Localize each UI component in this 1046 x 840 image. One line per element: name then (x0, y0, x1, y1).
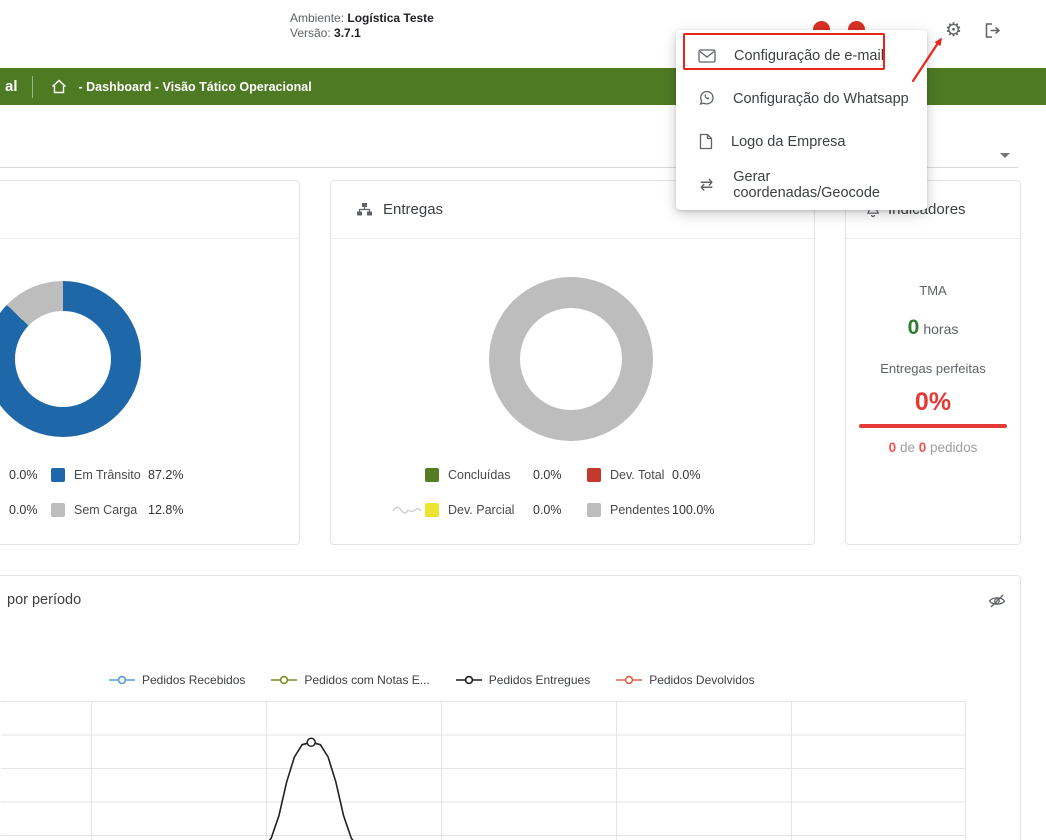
entregas-donut-chart (489, 277, 653, 441)
settings-gear-icon[interactable]: ⚙ (945, 19, 962, 42)
menu-item-label: Gerar coordenadas/Geocode (733, 169, 913, 201)
entregas-card: Entregas Concluídas 0.0% Dev. Total 0.0%… (330, 180, 815, 545)
legend-label: Pedidos Recebidos (142, 673, 245, 687)
legend-label: Em Trânsito (74, 468, 148, 482)
sitemap-icon (356, 202, 373, 217)
environment-info: Ambiente: Logística Teste Versão: 3.7.1 (290, 11, 434, 41)
legend-value: 0.0% (533, 503, 587, 517)
legend-value: 0.0% (9, 503, 51, 517)
versao-label: Versão: (290, 26, 331, 40)
donut-hole (520, 308, 622, 410)
legend-label: Dev. Total (610, 468, 672, 482)
menu-item-whatsapp-config[interactable]: Configuração do Whatsapp (676, 77, 927, 120)
tma-value: 0horas (846, 316, 1020, 340)
legend-swatch (51, 468, 65, 482)
chevron-down-icon (1000, 153, 1010, 158)
eye-off-icon[interactable] (988, 593, 1006, 609)
file-icon (698, 133, 713, 150)
swap-arrows-icon: ⇄ (698, 175, 715, 195)
legend-label: Pedidos com Notas E... (304, 673, 429, 687)
legend-value: 0.0% (9, 468, 51, 482)
logout-icon[interactable] (984, 22, 1002, 39)
line-marker-icon (456, 675, 482, 685)
orders-total: 0 (919, 440, 927, 455)
legend-item-pedidos-com-notas[interactable]: Pedidos com Notas E... (271, 673, 429, 687)
legend-value: 0.0% (533, 468, 587, 482)
menu-item-label: Logo da Empresa (731, 134, 845, 150)
legend-label: Pendentes (610, 503, 672, 517)
legend-value: 87.2% (148, 468, 183, 482)
email-icon (698, 49, 716, 63)
periodo-card: por período Pedidos Recebidos Pedidos co… (0, 575, 1021, 840)
ambiente-value: Logística Teste (347, 11, 433, 25)
legend-value: 12.8% (148, 503, 183, 517)
logo-text-fragment: al (5, 78, 18, 95)
frota-card: 0.0% Em Trânsito 87.2% 0.0% Sem Carga 12… (0, 180, 300, 545)
home-icon[interactable] (51, 79, 67, 94)
legend-item-pedidos-devolvidos[interactable]: Pedidos Devolvidos (616, 673, 754, 687)
card-title: Entregas (383, 201, 443, 218)
tma-label: TMA (846, 283, 1020, 298)
menu-item-email-config[interactable]: Configuração de e-mail (676, 34, 927, 77)
menu-item-label: Configuração do Whatsapp (733, 91, 909, 107)
versao-value: 3.7.1 (334, 26, 361, 40)
line-chart-legend: Pedidos Recebidos Pedidos com Notas E...… (109, 673, 755, 687)
menu-item-label: Configuração de e-mail (734, 48, 884, 64)
orders-summary: 0 de 0 pedidos (846, 440, 1020, 455)
sparkline-squiggle-icon (391, 501, 425, 518)
line-marker-icon (271, 675, 297, 685)
donut-hole (15, 311, 111, 407)
legend-item-pedidos-entregues[interactable]: Pedidos Entregues (456, 673, 590, 687)
legend-swatch (425, 503, 439, 517)
orders-suffix-text: pedidos (930, 440, 977, 455)
menu-item-geocode[interactable]: ⇄ Gerar coordenadas/Geocode (676, 163, 927, 206)
navbar-divider (32, 76, 33, 98)
legend-swatch (587, 468, 601, 482)
legend-swatch (425, 468, 439, 482)
legend-label: Pedidos Devolvidos (649, 673, 754, 687)
menu-item-company-logo[interactable]: Logo da Empresa (676, 120, 927, 163)
legend-swatch (587, 503, 601, 517)
whatsapp-icon (698, 90, 715, 107)
entregas-legend-row[interactable]: Dev. Parcial 0.0% Pendentes 100.0% (391, 502, 714, 517)
legend-swatch (51, 503, 65, 517)
frota-card-header (0, 181, 299, 239)
perfect-deliveries-label: Entregas perfeitas (846, 361, 1020, 376)
tma-hours-number: 0 (908, 316, 920, 339)
card-title: por período (7, 592, 81, 608)
legend-label: Pedidos Entregues (489, 673, 590, 687)
versao-line: Versão: 3.7.1 (290, 26, 434, 41)
breadcrumb: - Dashboard - Visão Tático Operacional (79, 80, 312, 94)
legend-label: Dev. Parcial (448, 503, 533, 517)
orders-of-text: de (900, 440, 915, 455)
legend-item-pedidos-recebidos[interactable]: Pedidos Recebidos (109, 673, 245, 687)
settings-dropdown-menu: Configuração de e-mail Configuração do W… (676, 30, 927, 210)
frota-legend-row[interactable]: 0.0% Em Trânsito 87.2% (9, 467, 183, 482)
line-marker-icon (616, 675, 642, 685)
progress-bar (859, 424, 1007, 428)
orders-count: 0 (889, 440, 897, 455)
legend-label: Concluídas (448, 468, 533, 482)
tma-hours-unit: horas (923, 321, 958, 337)
frota-legend-row[interactable]: 0.0% Sem Carga 12.8% (9, 502, 183, 517)
entregas-legend-row[interactable]: Concluídas 0.0% Dev. Total 0.0% (391, 467, 701, 482)
indicadores-card: Indicadores TMA 0horas Entregas perfeita… (845, 180, 1021, 545)
legend-value: 100.0% (672, 503, 714, 517)
ambiente-line: Ambiente: Logística Teste (290, 11, 434, 26)
ambiente-label: Ambiente: (290, 11, 344, 25)
legend-label: Sem Carga (74, 503, 148, 517)
frota-donut-chart (0, 281, 141, 437)
line-marker-icon (109, 675, 135, 685)
period-line-chart (1, 701, 966, 840)
legend-value: 0.0% (672, 468, 701, 482)
dashboard-screen: Ambiente: Logística Teste Versão: 3.7.1 … (0, 0, 1046, 840)
perfect-deliveries-value: 0% (846, 388, 1020, 417)
